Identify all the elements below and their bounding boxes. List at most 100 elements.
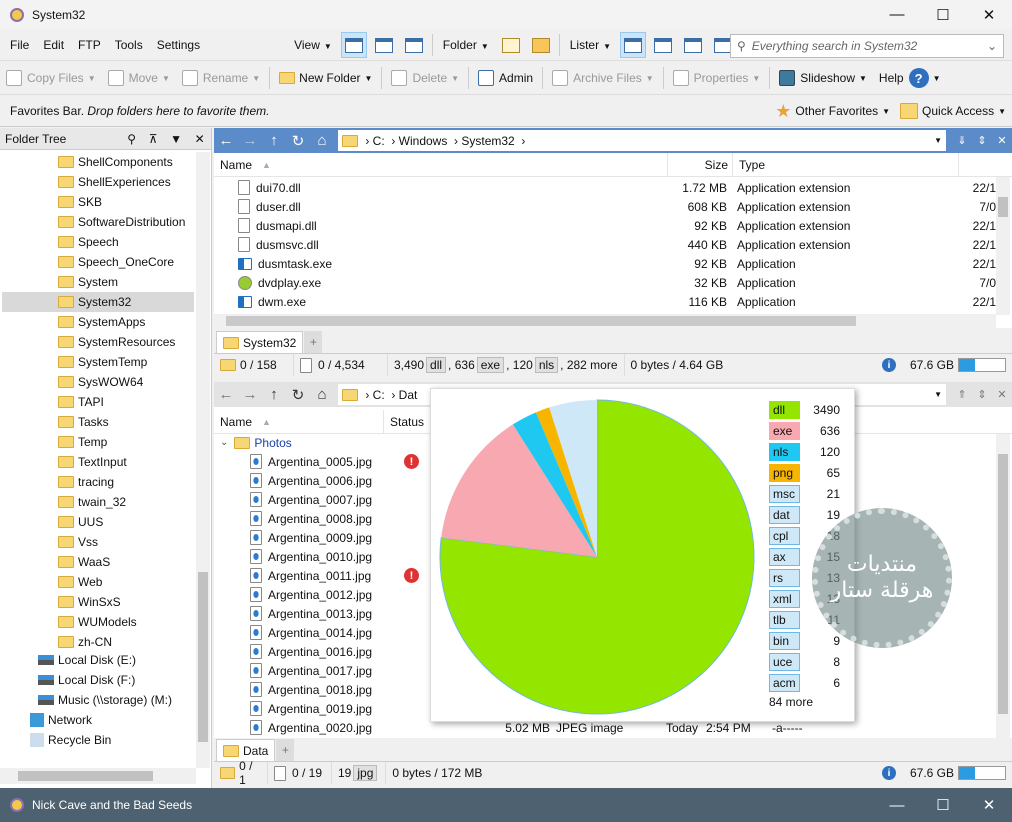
tree-drive[interactable]: Local Disk (E:) <box>38 650 136 670</box>
archive-files-button[interactable]: Archive Files ▼ <box>546 65 660 91</box>
lister-tree-icon[interactable] <box>680 32 706 58</box>
column-size[interactable]: Size <box>668 153 733 176</box>
properties-button[interactable]: Properties ▼ <box>667 65 767 91</box>
admin-button[interactable]: Admin <box>472 65 539 91</box>
delete-button[interactable]: Delete ▼ <box>385 65 465 91</box>
forward-icon[interactable]: → <box>238 132 262 149</box>
tree-item[interactable]: Temp <box>2 432 194 452</box>
breadcrumb-item[interactable]: C: <box>373 134 385 148</box>
tree-item[interactable]: SystemApps <box>2 312 194 332</box>
folder-row[interactable]: ⌄ Photos <box>220 433 292 452</box>
slideshow-button[interactable]: Slideshow ▼ <box>773 65 873 91</box>
file-row[interactable]: dui70.dll 1.72 MB Application extension 22/… <box>214 178 996 197</box>
copy-files-button[interactable]: Copy Files ▼ <box>0 65 102 91</box>
ext-chip[interactable]: nls <box>534 357 559 373</box>
column-name[interactable]: Name ▲ <box>214 153 668 176</box>
vertical-scrollbar[interactable] <box>996 177 1010 315</box>
ext-chip[interactable]: exe <box>476 357 505 373</box>
tree-item[interactable]: SysWOW64 <box>2 372 194 392</box>
forward-icon[interactable]: → <box>238 386 262 403</box>
tree-item[interactable]: Tasks <box>2 412 194 432</box>
tree-item[interactable]: SystemTemp <box>2 352 194 372</box>
swap-icon[interactable]: ⇕ <box>977 134 986 147</box>
close-pane-icon[interactable]: ✕ <box>997 134 1006 147</box>
maximize-button[interactable]: ☐ <box>920 0 966 29</box>
tree-item[interactable]: Speech_OneCore <box>2 252 194 272</box>
info-icon[interactable]: i <box>881 358 896 372</box>
file-row[interactable]: dusmapi.dll 92 KB Application extension 22/… <box>214 216 996 235</box>
tree-recycle[interactable]: Recycle Bin <box>30 730 111 750</box>
home-icon[interactable]: ⌂ <box>310 132 334 149</box>
tree-horizontal-scrollbar[interactable] <box>0 768 196 784</box>
breadcrumb-item[interactable]: Windows <box>399 134 448 148</box>
rename-button[interactable]: Rename ▼ <box>176 65 266 91</box>
new-tab-button[interactable]: + <box>276 739 295 761</box>
tree-item[interactable]: System32 <box>2 292 194 312</box>
lister-horizontal-icon[interactable] <box>620 32 646 58</box>
file-row[interactable]: dusmsvc.dll 440 KB Application extension 22… <box>214 235 996 254</box>
file-row[interactable]: dwm.exe 116 KB Application 22/1 <box>214 292 996 311</box>
minimize-button[interactable]: — <box>874 788 920 822</box>
vertical-scrollbar[interactable] <box>996 434 1010 738</box>
maximize-button[interactable]: ☐ <box>920 788 966 822</box>
tree-drive[interactable]: Local Disk (F:) <box>38 670 135 690</box>
second-window-title-bar[interactable]: Nick Cave and the Bad Seeds — ☐ ✕ <box>0 788 1012 822</box>
file-row[interactable]: dvdplay.exe 32 KB Application 7/0 <box>214 273 996 292</box>
view-thumbnails-icon[interactable] <box>401 32 427 58</box>
tree-item[interactable]: WinSxS <box>2 592 194 612</box>
minimize-button[interactable]: — <box>874 0 920 29</box>
tab-data[interactable]: Data <box>216 739 276 761</box>
quick-access-button[interactable]: Quick Access ▼ <box>900 103 1006 119</box>
file-row[interactable]: duser.dll 608 KB Application extension 7/0 <box>214 197 996 216</box>
tree-item[interactable]: Vss <box>2 532 194 552</box>
tree-item[interactable]: SKB <box>2 192 194 212</box>
chevron-down-icon[interactable]: ▼ <box>170 132 182 146</box>
tree-item[interactable]: WaaS <box>2 552 194 572</box>
extension-summary[interactable]: 19 jpg <box>332 762 387 784</box>
info-icon[interactable]: i <box>881 766 896 780</box>
help-button[interactable]: Help? ▼ <box>873 65 947 91</box>
lister-menu[interactable]: Lister ▼ <box>563 38 618 52</box>
tree-item[interactable]: twain_32 <box>2 492 194 512</box>
close-button[interactable]: ✕ <box>966 788 1012 822</box>
new-folder-button[interactable]: New Folder ▼ <box>273 65 378 91</box>
ext-chip[interactable]: dll <box>426 357 447 373</box>
new-tab-button[interactable]: + <box>304 331 323 353</box>
horizontal-scrollbar[interactable] <box>214 314 996 328</box>
folder-menu[interactable]: Folder ▼ <box>436 38 496 52</box>
tree-item[interactable]: TextInput <box>2 452 194 472</box>
chevron-down-icon[interactable]: ⌄ <box>220 437 228 448</box>
tree-item[interactable]: ShellExperiences <box>2 172 194 192</box>
column-name[interactable]: Name ▲ <box>214 410 384 433</box>
refresh-icon[interactable]: ↻ <box>286 386 310 404</box>
tree-drive[interactable]: Music (\\storage) (M:) <box>38 690 172 710</box>
back-icon[interactable]: ← <box>214 386 238 403</box>
close-button[interactable]: ✕ <box>966 0 1012 29</box>
tree-item[interactable]: TAPI <box>2 392 194 412</box>
tree-item[interactable]: Speech <box>2 232 194 252</box>
close-pane-icon[interactable]: ✕ <box>997 388 1006 401</box>
collapse-icon[interactable]: ⇑ <box>957 388 966 401</box>
other-favorites-button[interactable]: ★ Other Favorites ▼ <box>775 101 890 122</box>
tree-item[interactable]: WUModels <box>2 612 194 632</box>
breadcrumb[interactable]: › C: › Windows › System32 › ▼ <box>338 130 946 151</box>
tree-item[interactable]: zh-CN <box>2 632 194 652</box>
chevron-down-icon[interactable]: ▼ <box>934 390 942 399</box>
lister-vertical-icon[interactable] <box>650 32 676 58</box>
menu-edit[interactable]: Edit <box>36 38 71 52</box>
view-menu[interactable]: View ▼ <box>287 38 339 52</box>
back-icon[interactable]: ← <box>214 132 238 149</box>
tree-item[interactable]: tracing <box>2 472 194 492</box>
folder-layout-icon[interactable] <box>498 32 524 58</box>
close-icon[interactable]: ✕ <box>195 132 205 146</box>
tree-vertical-scrollbar[interactable] <box>196 152 210 768</box>
breadcrumb-item[interactable]: C: <box>373 388 385 402</box>
tree-item[interactable]: ShellComponents <box>2 152 194 172</box>
chevron-down-icon[interactable]: ⌄ <box>987 39 997 53</box>
collapse-icon[interactable]: ⇓ <box>957 134 966 147</box>
ext-chip[interactable]: jpg <box>353 765 378 781</box>
extension-summary[interactable]: 3,490 dll, 636 exe, 120 nls, 282 more <box>388 354 625 376</box>
view-power-icon[interactable] <box>371 32 397 58</box>
tree-item[interactable]: SystemResources <box>2 332 194 352</box>
up-icon[interactable]: ↑ <box>262 386 286 403</box>
